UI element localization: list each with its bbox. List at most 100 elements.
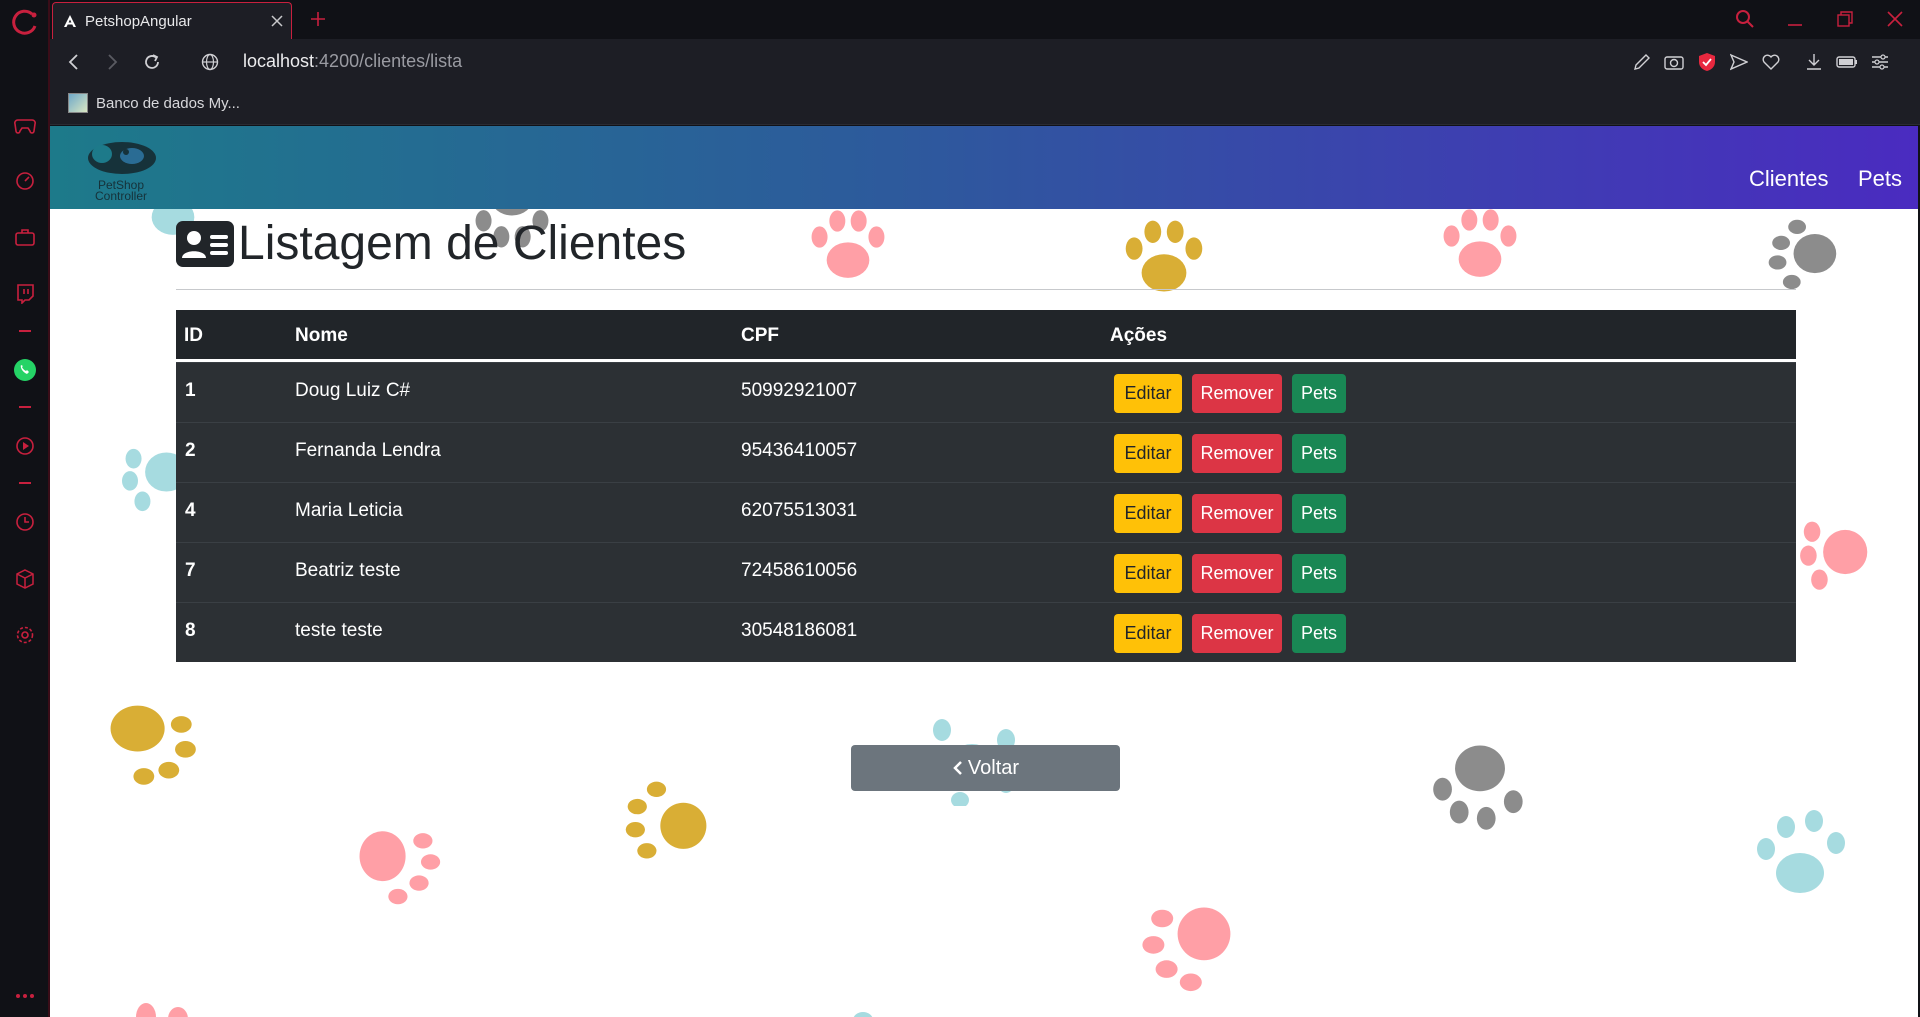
url-host: localhost: [243, 51, 315, 71]
gx-sidebar: [0, 0, 50, 1017]
paw-print-icon: [1125, 220, 1203, 292]
send-icon[interactable]: [1727, 50, 1751, 74]
opera-gx-logo[interactable]: [10, 8, 40, 38]
cell-cpf: 95436410057: [741, 440, 858, 461]
settings-icon[interactable]: [13, 623, 37, 647]
bookmark-label: Banco de dados My...: [96, 94, 240, 112]
play-icon[interactable]: [13, 434, 37, 458]
cell-id: 1: [185, 380, 196, 401]
close-window-icon[interactable]: [1878, 4, 1912, 34]
paw-print-icon: [625, 781, 707, 859]
table-row: 2 Fernanda Lendra 95436410057 Editar Rem…: [176, 422, 1796, 482]
header-id: ID: [184, 325, 203, 346]
edit-button[interactable]: Editar: [1114, 374, 1182, 413]
back-icon[interactable]: [60, 48, 88, 76]
nav-pets[interactable]: Pets: [1858, 166, 1902, 192]
reload-icon[interactable]: [138, 48, 166, 76]
paw-print-icon: [110, 705, 196, 785]
url-path: :4200/clientes/lista: [314, 51, 463, 71]
pets-button[interactable]: Pets: [1292, 554, 1346, 593]
cell-cpf: 30548186081: [741, 620, 858, 641]
paw-print-icon: [1768, 219, 1837, 290]
edit-button[interactable]: Editar: [1114, 434, 1182, 473]
tab-bar: PetshopAngular: [50, 0, 1920, 39]
shield-icon[interactable]: [1695, 50, 1719, 74]
remove-button[interactable]: Remover: [1192, 434, 1282, 473]
remove-button[interactable]: Remover: [1192, 614, 1282, 653]
paw-print-icon: [1433, 745, 1523, 830]
table-header: ID Nome CPF Ações: [176, 310, 1796, 362]
speedometer-icon[interactable]: [13, 169, 37, 193]
remove-button[interactable]: Remover: [1192, 374, 1282, 413]
chevron-left-icon: [953, 761, 962, 775]
cell-id: 4: [185, 500, 196, 521]
heart-icon[interactable]: [1759, 50, 1783, 74]
bookmark-banco-de-dados[interactable]: Banco de dados My...: [68, 93, 240, 113]
heading-divider: [176, 289, 1796, 290]
download-icon[interactable]: [1802, 50, 1826, 74]
sidebar-separator: [19, 482, 31, 484]
minimize-icon[interactable]: [1778, 4, 1812, 34]
camera-icon[interactable]: [1662, 50, 1686, 74]
voltar-button[interactable]: Voltar: [851, 745, 1120, 791]
brand-logo[interactable]: PetShop Controller: [68, 134, 168, 204]
paw-print-icon: [1800, 521, 1868, 590]
edit-button[interactable]: Editar: [1114, 494, 1182, 533]
page-title: Listagem de Clientes: [238, 217, 687, 270]
pets-button[interactable]: Pets: [1292, 434, 1346, 473]
pets-button[interactable]: Pets: [1292, 614, 1346, 653]
twitch-icon[interactable]: [13, 282, 37, 306]
forward-icon[interactable]: [98, 48, 126, 76]
address-bar-row: localhost:4200/clientes/lista: [50, 39, 1920, 85]
paw-print-icon: [1142, 907, 1231, 992]
app-navbar: PetShop Controller Clientes Pets: [50, 126, 1918, 209]
tab-title: PetshopAngular: [85, 12, 192, 30]
pets-button[interactable]: Pets: [1292, 374, 1346, 413]
tab-petshop[interactable]: PetshopAngular: [52, 2, 292, 39]
battery-icon[interactable]: [1835, 50, 1859, 74]
remove-button[interactable]: Remover: [1192, 554, 1282, 593]
briefcase-icon[interactable]: [13, 225, 37, 249]
easy-setup-icon[interactable]: [1868, 50, 1892, 74]
edit-button[interactable]: Editar: [1114, 554, 1182, 593]
brand-line-2: Controller: [94, 189, 148, 203]
gamepad-icon[interactable]: [13, 114, 37, 138]
cell-nome: Fernanda Lendra: [295, 440, 441, 461]
cell-id: 7: [185, 560, 196, 581]
edit-icon[interactable]: [1630, 50, 1654, 74]
paw-print-icon: [359, 831, 441, 905]
header-cpf: CPF: [741, 325, 779, 346]
bookmarks-bar: Banco de dados My...: [50, 85, 1920, 125]
cell-id: 8: [185, 620, 196, 641]
restore-icon[interactable]: [1828, 4, 1862, 34]
paw-print-icon: [1757, 810, 1845, 893]
cell-cpf: 62075513031: [741, 500, 858, 521]
paw-print-icon: [811, 210, 885, 278]
edit-button[interactable]: Editar: [1114, 614, 1182, 653]
new-tab-icon[interactable]: [304, 5, 332, 33]
paw-print-icon: [1443, 209, 1517, 277]
table-row: 4 Maria Leticia 62075513031 Editar Remov…: [176, 482, 1796, 542]
more-icon[interactable]: [13, 984, 37, 1008]
cube-icon[interactable]: [13, 567, 37, 591]
table-row: 8 teste teste 30548186081 Editar Remover…: [176, 602, 1796, 662]
remove-button[interactable]: Remover: [1192, 494, 1282, 533]
cell-id: 2: [185, 440, 196, 461]
close-tab-icon[interactable]: [263, 7, 291, 35]
angular-icon: [64, 15, 76, 27]
address-card-icon: [176, 220, 234, 267]
bookmark-favicon: [68, 93, 88, 113]
sidebar-separator: [19, 330, 31, 332]
header-acoes: Ações: [1110, 325, 1168, 346]
site-info-icon[interactable]: [196, 48, 224, 76]
cell-nome: Doug Luiz C#: [295, 380, 411, 401]
voltar-label: Voltar: [967, 756, 1020, 779]
clock-icon[interactable]: [13, 510, 37, 534]
sidebar-separator: [19, 406, 31, 408]
search-icon[interactable]: [1728, 4, 1762, 34]
pets-button[interactable]: Pets: [1292, 494, 1346, 533]
url-field[interactable]: localhost:4200/clientes/lista: [243, 51, 462, 72]
whatsapp-icon[interactable]: [13, 358, 37, 382]
cell-nome: Maria Leticia: [295, 500, 403, 521]
nav-clientes[interactable]: Clientes: [1749, 166, 1828, 192]
